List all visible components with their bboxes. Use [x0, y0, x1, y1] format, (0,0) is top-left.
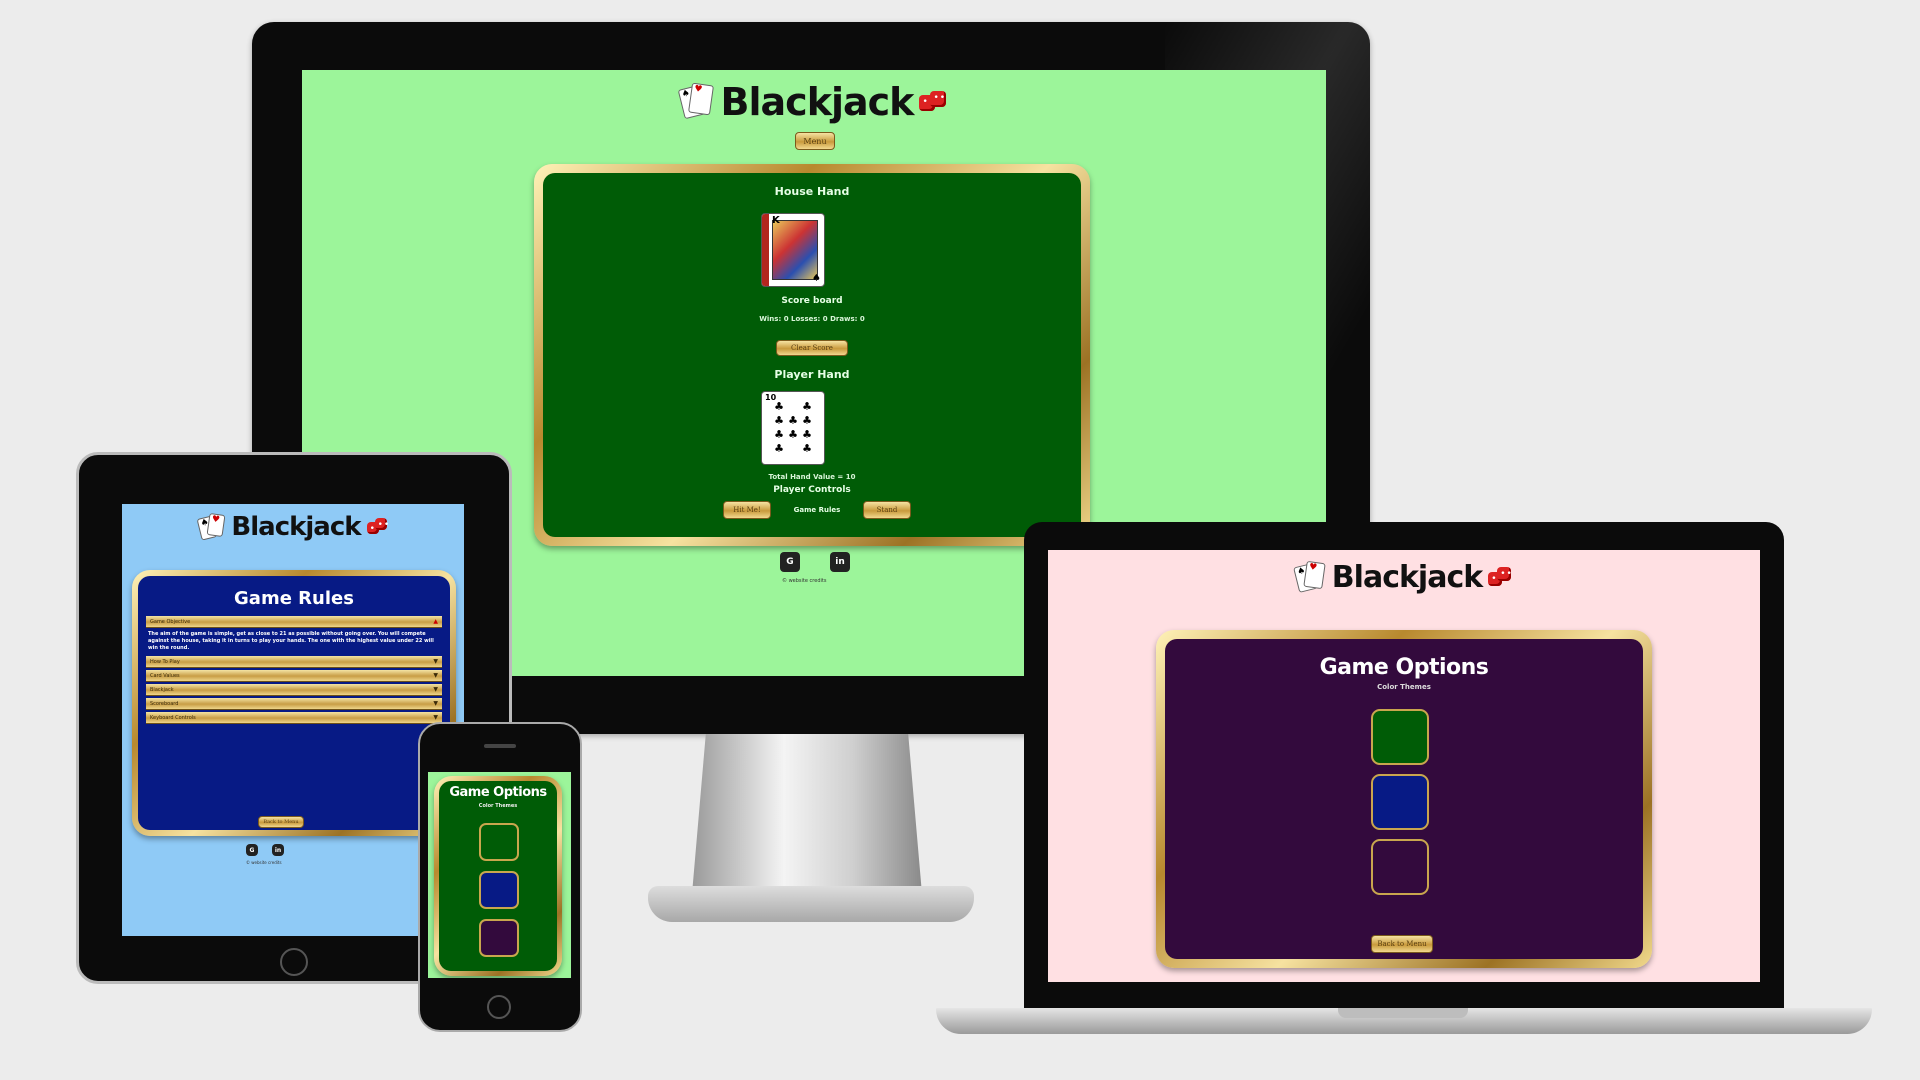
menu-button[interactable]: Menu — [795, 132, 835, 150]
github-icon[interactable]: G — [246, 844, 258, 856]
blackjack-logo: Blackjack — [122, 512, 464, 542]
house-card: K ♠ — [761, 213, 825, 287]
chevron-down-icon: ▼ — [433, 714, 438, 721]
social-links: G in — [246, 844, 284, 856]
playing-cards-icon — [1292, 560, 1326, 594]
tablet-home-button — [280, 948, 308, 976]
laptop-screen: Blackjack Game Options Color Themes Back… — [1048, 550, 1760, 982]
player-hand-label: Player Hand — [774, 368, 850, 381]
purple-theme-swatch[interactable] — [479, 919, 519, 957]
app-title: Blackjack — [1331, 560, 1483, 595]
options-panel: Game Options Color Themes — [439, 781, 557, 971]
monitor-stand-neck — [692, 734, 922, 894]
social-links: G in — [780, 552, 850, 572]
chevron-up-icon: ▲ — [433, 618, 438, 625]
purple-theme-swatch[interactable] — [1371, 839, 1429, 895]
blue-theme-swatch[interactable] — [479, 871, 519, 909]
app-title: Blackjack — [231, 512, 361, 542]
options-frame: Game Options Color Themes Back to Menu — [1156, 630, 1652, 968]
green-theme-swatch[interactable] — [1371, 709, 1429, 765]
playing-cards-icon — [677, 82, 715, 120]
rules-heading: Game Rules — [234, 588, 354, 609]
options-panel: Game Options Color Themes Back to Menu — [1165, 639, 1643, 959]
rule-game-objective[interactable]: Game Objective ▲ — [146, 616, 442, 628]
credit-text: © website credits — [246, 860, 282, 865]
blue-theme-swatch[interactable] — [1371, 774, 1429, 830]
dice-icon — [919, 89, 947, 115]
phone-screen: Game Options Color Themes — [428, 772, 571, 978]
rule-how-to-play[interactable]: How To Play ▼ — [146, 656, 442, 668]
card-pips: ♣ ♣ ♣ ♣ ♣ ♣ ♣ ♣ ♣ ♣ — [774, 400, 812, 455]
blackjack-logo: Blackjack — [1048, 560, 1760, 595]
game-rules-link[interactable]: Game Rules — [785, 506, 849, 514]
playing-cards-icon — [196, 512, 226, 541]
dice-icon — [366, 517, 390, 537]
chevron-down-icon: ▼ — [433, 672, 438, 679]
rule-blackjack[interactable]: Blackjack ▼ — [146, 684, 442, 696]
phone-home-button — [487, 995, 511, 1019]
player-card: 10 ♣ ♣ ♣ ♣ ♣ ♣ ♣ ♣ ♣ ♣ — [761, 391, 825, 465]
tablet-screen: Blackjack Game Rules Game Objective▲ The… — [122, 504, 464, 936]
game-table: House Hand K ♠ Score board Wins: 0 Losse… — [543, 173, 1081, 537]
total-hand-value: Total Hand Value = 10 — [768, 473, 856, 481]
back-to-menu-button[interactable]: Back to Menu — [258, 816, 304, 828]
rule-game-objective-body: The aim of the game is simple, get as cl… — [148, 631, 434, 651]
options-frame: Game Options Color Themes — [434, 776, 562, 976]
chevron-down-icon: ▼ — [433, 686, 438, 693]
linkedin-icon[interactable]: in — [830, 552, 850, 572]
chevron-down-icon: ▼ — [433, 700, 438, 707]
rule-scoreboard[interactable]: Scoreboard ▼ — [146, 698, 442, 710]
game-table-frame: House Hand K ♠ Score board Wins: 0 Losse… — [534, 164, 1090, 546]
green-theme-swatch[interactable] — [479, 823, 519, 861]
github-icon[interactable]: G — [780, 552, 800, 572]
score-line: Wins: 0 Losses: 0 Draws: 0 — [759, 315, 865, 323]
back-to-menu-button[interactable]: Back to Menu — [1371, 935, 1433, 953]
rule-card-values[interactable]: Card Values ▼ — [146, 670, 442, 682]
laptop-notch — [1338, 1008, 1468, 1018]
clear-score-button[interactable]: Clear Score — [776, 340, 848, 356]
monitor-stand-base — [648, 886, 974, 922]
options-heading: Game Options — [449, 785, 547, 800]
options-heading: Game Options — [1319, 655, 1489, 680]
app-title: Blackjack — [720, 80, 915, 124]
rule-keyboard-controls[interactable]: Keyboard Controls ▼ — [146, 712, 442, 724]
credit-text: © website credits — [782, 578, 827, 584]
rules-frame: Game Rules Game Objective ▲ The aim of th… — [132, 570, 456, 836]
dice-icon — [1488, 566, 1513, 590]
house-hand-label: House Hand — [774, 185, 850, 198]
hit-button[interactable]: Hit Me! — [723, 501, 771, 519]
rules-panel: Game Rules Game Objective ▲ The aim of th… — [138, 576, 450, 830]
stand-button[interactable]: Stand — [863, 501, 911, 519]
color-themes-label: Color Themes — [1377, 683, 1431, 691]
blackjack-logo: Blackjack — [302, 80, 1326, 124]
linkedin-icon[interactable]: in — [272, 844, 284, 856]
color-themes-label: Color Themes — [478, 803, 518, 809]
score-board-label: Score board — [781, 296, 843, 306]
player-controls-label: Player Controls — [773, 485, 851, 495]
chevron-down-icon: ▼ — [433, 658, 438, 665]
